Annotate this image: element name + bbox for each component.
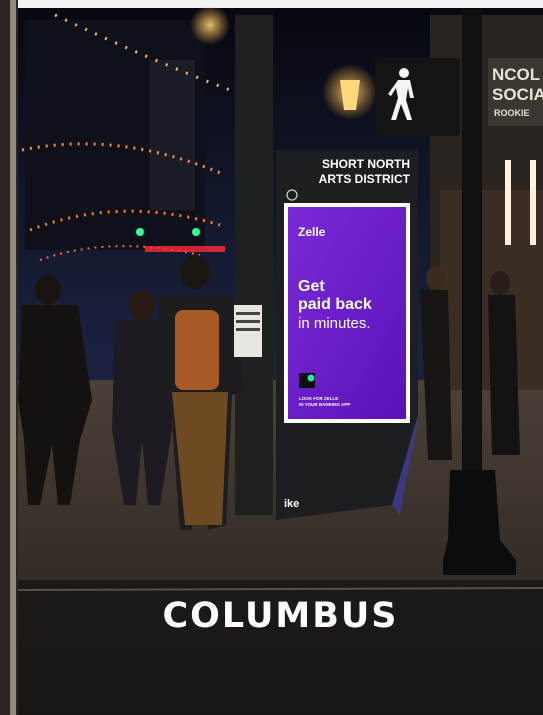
sign-line-2: SOCIA (492, 85, 543, 104)
ad-headline-3: in minutes. (298, 315, 371, 332)
kiosk-brand: ike (284, 498, 299, 510)
parking-sign-line-2 (236, 320, 260, 323)
traffic-light-green-2 (192, 228, 200, 236)
zelle-ad: Zelle Get paid back in minutes. LOOK FOR… (284, 203, 410, 423)
signal-pole (235, 15, 273, 515)
traffic-light-green (136, 228, 144, 236)
kiosk-district-line-2: ARTS DISTRICT (319, 172, 411, 186)
city-caption: COLUMBUS (162, 596, 399, 636)
storefront-light (505, 160, 511, 245)
ad-headline-1: Get (298, 278, 325, 295)
columbus-photo: NCOL SOCIA ROOKIE SHORT NORTH ARTS DISTR… (0, 0, 543, 715)
ad-phone-dot (307, 374, 315, 382)
sign-line-1: NCOL (492, 65, 540, 84)
lamp-post (462, 10, 482, 480)
top-border (0, 0, 543, 8)
left-wall-edge (10, 0, 16, 715)
tower (150, 60, 195, 210)
kiosk-district-line-1: SHORT NORTH (322, 157, 410, 171)
walk-signal (375, 58, 460, 136)
sign-line-3: ROOKIE (494, 108, 530, 118)
ad-fine-2: IN YOUR BANKING APP (299, 402, 350, 407)
ad-brand: Zelle (298, 225, 326, 239)
lamp-glow (190, 5, 230, 45)
red-neon (145, 246, 225, 252)
parking-sign-line-3 (236, 328, 260, 331)
ad-fine-1: LOOK FOR ZELLE (299, 396, 338, 401)
ad-headline-2: paid back (298, 296, 372, 313)
parking-sign-line (236, 312, 260, 315)
storefront-light-2 (530, 160, 536, 245)
backpack (175, 310, 219, 390)
